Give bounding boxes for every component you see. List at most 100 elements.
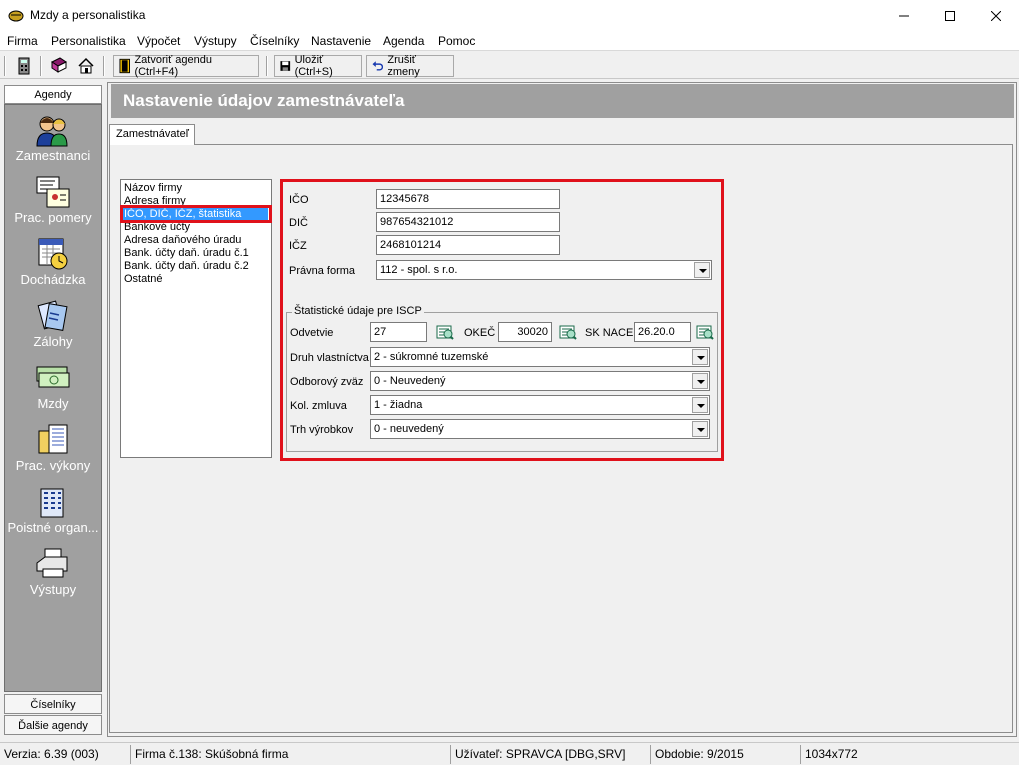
- trh-vyrobkov-value: 0 - neuvedený: [374, 423, 444, 435]
- okec-input[interactable]: 30020: [498, 322, 552, 342]
- door-exit-icon: [119, 58, 130, 74]
- employment-contract-icon: [36, 176, 70, 208]
- lookup-icon[interactable]: [436, 323, 454, 341]
- kol-zmluva-value: 1 - žiadna: [374, 399, 423, 411]
- agenda-footer-dalsie-agendy[interactable]: Ďalšie agendy: [4, 715, 102, 735]
- wages-banknotes-icon: [36, 366, 70, 388]
- chevron-down-icon[interactable]: [692, 349, 708, 365]
- save-label: Uložiť (Ctrl+S): [294, 54, 333, 78]
- advances-money-icon: [37, 300, 68, 331]
- statistics-group-title: Štatistické údaje pre ISCP: [292, 305, 424, 317]
- section-item-nazov-firmy[interactable]: Názov firmy: [124, 182, 182, 195]
- undo-icon: [372, 61, 384, 71]
- agenda-item-label: Poistné organ...: [7, 520, 99, 535]
- home-icon[interactable]: [76, 56, 96, 76]
- trh-vyrobkov-label: Trh výrobkov: [290, 424, 354, 436]
- druh-vlastnictva-value: 2 - súkromné tuzemské: [374, 351, 489, 363]
- menu-agenda[interactable]: Agenda: [383, 34, 424, 48]
- icz-input[interactable]: 2468101214: [376, 235, 560, 255]
- agenda-item-label: Prac. pomery: [14, 210, 92, 225]
- lookup-icon[interactable]: [559, 323, 577, 341]
- close-agenda-label: Zatvoriť agendu (Ctrl+F4): [134, 54, 212, 78]
- section-item-bank-ucty-2[interactable]: Bank. účty daň. úradu č.2: [124, 260, 249, 273]
- maximize-icon: [945, 10, 955, 21]
- sknace-input[interactable]: 26.20.0: [634, 322, 691, 342]
- close-icon: [991, 10, 1001, 21]
- ico-input[interactable]: 12345678: [376, 189, 560, 209]
- menu-bar: Firma Personalistika Výpočet Výstupy Čís…: [0, 31, 1019, 51]
- dic-input[interactable]: 987654321012: [376, 212, 560, 232]
- close-agenda-button[interactable]: Zatvoriť agendu (Ctrl+F4): [113, 54, 259, 78]
- minimize-icon: [899, 15, 909, 16]
- sknace-label: SK NACE: [585, 327, 634, 339]
- save-button[interactable]: Uložiť (Ctrl+S): [274, 54, 362, 78]
- agenda-item-label: Zamestnanci: [15, 148, 91, 163]
- odvetvie-label: Odvetvie: [290, 327, 334, 339]
- toolbar-grip: [4, 56, 6, 76]
- lookup-icon[interactable]: [696, 323, 714, 341]
- icz-label: IČZ: [289, 240, 307, 252]
- agenda-item-dochadzka[interactable]: Dochádzka: [5, 237, 101, 299]
- agenda-item-poistne-organ[interactable]: Poistné organ...: [5, 485, 101, 547]
- druh-vlastnictva-label: Druh vlastníctva: [290, 352, 369, 364]
- menu-vystupy[interactable]: Výstupy: [194, 34, 237, 48]
- agenda-item-vystupy[interactable]: Výstupy: [5, 547, 101, 609]
- pravna-forma-label: Právna forma: [289, 265, 356, 277]
- toolbar: Zatvoriť agendu (Ctrl+F4) Uložiť (Ctrl+S…: [0, 52, 1019, 79]
- calculator-icon[interactable]: [14, 56, 34, 76]
- maximize-button[interactable]: [927, 0, 973, 31]
- menu-personalistika[interactable]: Personalistika: [51, 34, 126, 48]
- toolbar-separator: [103, 56, 105, 76]
- employees-icon: [36, 116, 68, 147]
- agenda-item-zamestnanci[interactable]: Zamestnanci: [5, 113, 101, 175]
- menu-ciselniky[interactable]: Číselníky: [250, 34, 299, 48]
- minimize-button[interactable]: [881, 0, 927, 31]
- pravna-forma-value: 112 - spol. s r.o.: [380, 264, 458, 276]
- cancel-changes-button[interactable]: Zrušiť zmeny: [366, 54, 454, 78]
- menu-firma[interactable]: Firma: [7, 34, 38, 48]
- kol-zmluva-label: Kol. zmluva: [290, 400, 347, 412]
- tab-zamestnavatel[interactable]: Zamestnávateľ: [109, 124, 195, 145]
- menu-vypocet[interactable]: Výpočet: [137, 34, 180, 48]
- cancel-changes-label: Zrušiť zmeny: [387, 54, 420, 78]
- agenda-item-label: Dochádzka: [20, 272, 86, 287]
- agenda-item-mzdy[interactable]: Mzdy: [5, 361, 101, 423]
- dic-label: DIČ: [289, 217, 308, 229]
- status-period: Obdobie: 9/2015: [650, 745, 800, 764]
- ico-label: IČO: [289, 194, 309, 206]
- druh-vlastnictva-select[interactable]: 2 - súkromné tuzemské: [370, 347, 710, 367]
- book-icon[interactable]: [49, 56, 69, 76]
- chevron-down-icon[interactable]: [694, 262, 710, 278]
- agenda-footer-ciselniky[interactable]: Číselníky: [4, 694, 102, 714]
- printer-icon: [36, 548, 68, 578]
- chevron-down-icon[interactable]: [692, 421, 708, 437]
- section-item-bank-ucty-1[interactable]: Bank. účty daň. úradu č.1: [124, 247, 249, 260]
- chevron-down-icon[interactable]: [692, 373, 708, 389]
- agenda-header[interactable]: Agendy: [4, 85, 102, 104]
- section-item-ostatne[interactable]: Ostatné: [124, 273, 163, 286]
- agenda-item-prac-pomery[interactable]: Prac. pomery: [5, 175, 101, 237]
- section-item-adresa-danoveho-uradu[interactable]: Adresa daňového úradu: [124, 234, 241, 247]
- status-version: Verzia: 6.39 (003): [4, 747, 99, 761]
- agenda-item-label: Výstupy: [29, 582, 77, 597]
- odborovy-zvaz-select[interactable]: 0 - Neuvedený: [370, 371, 710, 391]
- status-user: Užívateľ: SPRAVCA [DBG,SRV]: [450, 745, 650, 764]
- close-button[interactable]: [973, 0, 1019, 31]
- trh-vyrobkov-select[interactable]: 0 - neuvedený: [370, 419, 710, 439]
- agenda-panel: Zamestnanci Prac. pomery Dochádzka Záloh…: [4, 104, 102, 692]
- floppy-disk-icon: [280, 61, 291, 71]
- menu-pomoc[interactable]: Pomoc: [438, 34, 475, 48]
- agenda-item-label: Prac. výkony: [15, 458, 91, 473]
- odvetvie-input[interactable]: 27: [370, 322, 427, 342]
- selection-highlight: [120, 205, 272, 223]
- menu-nastavenie[interactable]: Nastavenie: [311, 34, 371, 48]
- title-bar: Mzdy a personalistika: [0, 0, 1019, 31]
- kol-zmluva-select[interactable]: 1 - žiadna: [370, 395, 710, 415]
- pravna-forma-select[interactable]: 112 - spol. s r.o.: [376, 260, 712, 280]
- window-title: Mzdy a personalistika: [30, 8, 146, 22]
- toolbar-separator: [266, 56, 268, 76]
- app-icon: [8, 10, 24, 22]
- agenda-item-prac-vykony[interactable]: Prac. výkony: [5, 423, 101, 485]
- agenda-item-zalohy[interactable]: Zálohy: [5, 299, 101, 361]
- chevron-down-icon[interactable]: [692, 397, 708, 413]
